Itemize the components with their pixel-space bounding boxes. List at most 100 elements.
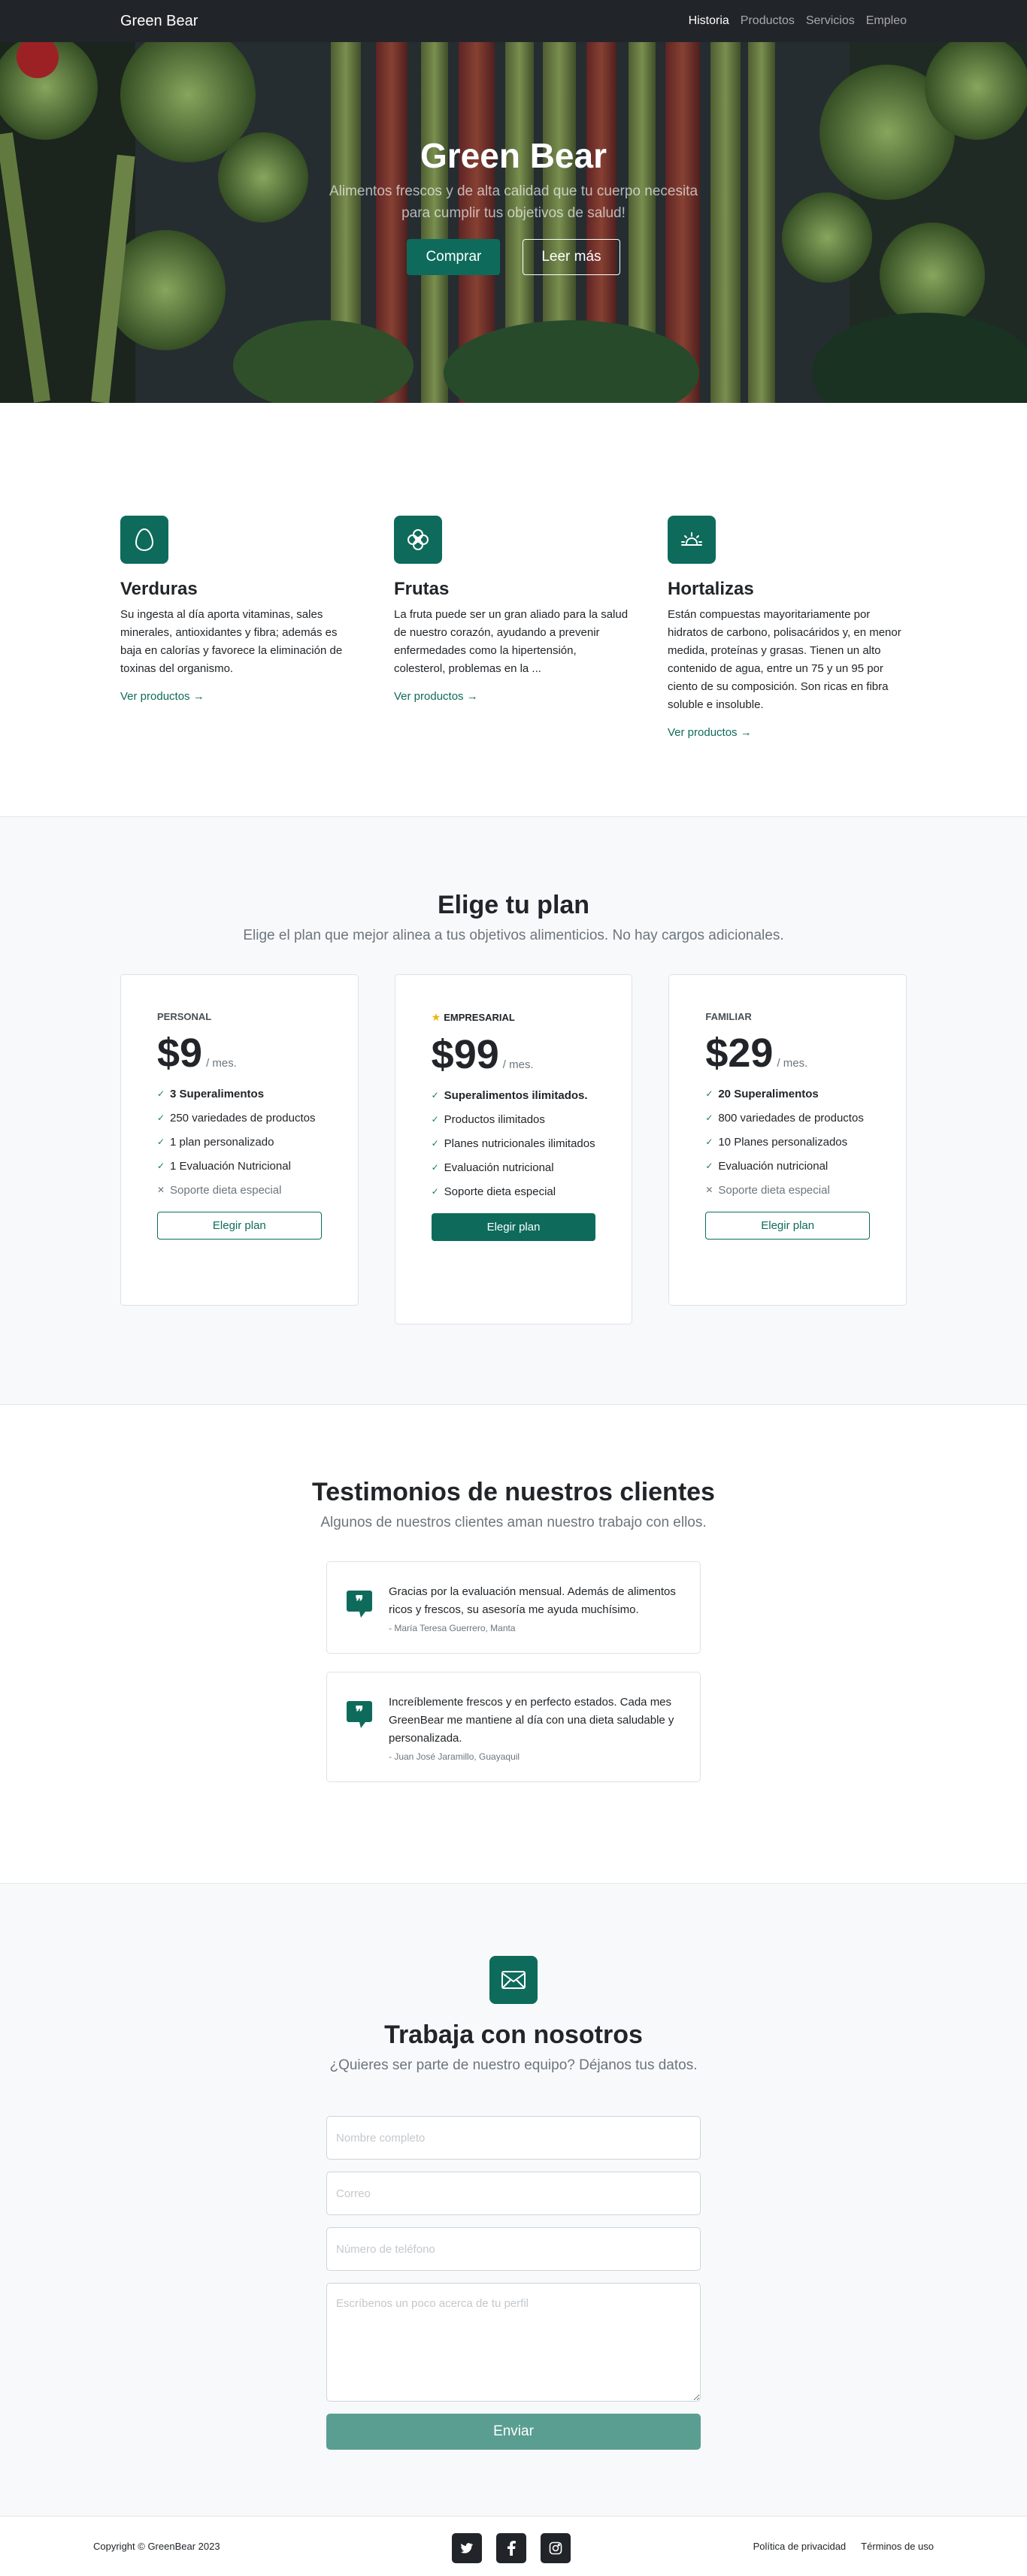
- quote-bubble-icon: ❞: [347, 1701, 372, 1728]
- check-icon: ✓: [431, 1162, 439, 1173]
- feature-text: Su ingesta al día aporta vitaminas, sale…: [120, 608, 343, 675]
- phone-field[interactable]: [326, 2227, 701, 2271]
- plan-feature: ✓ 10 Planes personalizados: [705, 1134, 870, 1151]
- choose-plan-button[interactable]: Elegir plan: [431, 1213, 596, 1241]
- footer-links: Política de privacidad Términos de uso: [753, 2541, 934, 2552]
- price-period: / mes.: [502, 1058, 534, 1071]
- feature-text: La fruta puede ser un gran aliado para l…: [394, 608, 629, 675]
- feature-title: Frutas: [394, 579, 450, 599]
- hero-buttons: Comprar Leer más: [407, 239, 620, 275]
- submit-button[interactable]: Enviar: [326, 2414, 701, 2450]
- egg-icon: [120, 516, 168, 564]
- email-field[interactable]: [326, 2172, 701, 2215]
- check-icon: ✓: [705, 1112, 713, 1123]
- testimonial-author: - Juan José Jaramillo, Guayaquil: [389, 1751, 520, 1762]
- envelope-icon: [489, 1956, 538, 2004]
- testimonials-list: ❞ Gracias por la evaluación mensual. Ade…: [0, 1561, 1027, 1782]
- plan-feature: ✓ 20 Superalimentos: [705, 1085, 870, 1103]
- work-section: Trabaja con nosotros ¿Quieres ser parte …: [0, 1883, 1027, 2516]
- check-icon: ✓: [431, 1186, 439, 1197]
- plan-features: ✓ Superalimentos ilimitados. ✓ Productos i…: [432, 1087, 596, 1200]
- brand-logo[interactable]: Green Bear: [120, 13, 198, 30]
- work-title: Trabaja con nosotros: [384, 2021, 643, 2049]
- name-field[interactable]: [326, 2116, 701, 2160]
- application-form: Enviar: [326, 2116, 701, 2450]
- svg-text:❞: ❞: [356, 1592, 364, 1610]
- terms-link[interactable]: Términos de uso: [861, 2541, 934, 2552]
- x-icon: ✕: [705, 1185, 713, 1195]
- pricing-subtitle: Elige el plan que mejor alinea a tus obj…: [243, 928, 784, 943]
- plan-price: $99 / mes.: [432, 1031, 596, 1078]
- plan-feature: ✓ 250 variedades de productos: [157, 1109, 322, 1127]
- price-period: / mes.: [206, 1057, 237, 1070]
- testimonials-subtitle: Algunos de nuestros clientes aman nuestr…: [320, 1515, 707, 1530]
- hero-subtitle: Alimentos frescos y de alta calidad que …: [329, 183, 698, 221]
- feature-title: Verduras: [120, 579, 198, 599]
- plan-label: EMPRESARIAL: [444, 1012, 515, 1023]
- testimonial-body: Gracias por la evaluación mensual. Ademá…: [389, 1583, 682, 1633]
- nav-link-productos[interactable]: Productos: [741, 14, 795, 28]
- star-icon: ★: [431, 1011, 441, 1023]
- price-amount: $99: [431, 1032, 499, 1077]
- plan-feature-unavailable: ✕ Soporte dieta especial: [705, 1182, 870, 1199]
- feature-text: Están compuestas mayoritariamente por hi…: [668, 608, 901, 711]
- sunrise-icon: [668, 516, 716, 564]
- buy-button[interactable]: Comprar: [407, 239, 501, 275]
- check-icon: ✓: [157, 1088, 165, 1099]
- nav-link-historia[interactable]: Historia: [689, 14, 729, 28]
- instagram-icon[interactable]: [541, 2533, 571, 2563]
- feature-link[interactable]: Ver productos →: [120, 690, 204, 703]
- pricing-title: Elige tu plan: [437, 891, 590, 919]
- plan-feature: ✓ Superalimentos ilimitados.: [432, 1087, 596, 1104]
- hero-content: Green Bear Alimentos frescos y de alta c…: [0, 42, 1027, 403]
- testimonial-card: ❞ Gracias por la evaluación mensual. Ade…: [326, 1561, 701, 1654]
- plan-feature: ✓ Planes nutricionales ilimitados: [432, 1135, 596, 1152]
- feature-title: Hortalizas: [668, 579, 754, 599]
- price-amount: $9: [157, 1031, 203, 1076]
- plan-label: FAMILIAR: [705, 1011, 752, 1022]
- check-icon: ✓: [705, 1161, 713, 1171]
- plan-card-empresarial: ★ EMPRESARIAL $99 / mes. ✓ Superalimentos…: [394, 974, 633, 1324]
- quote-bubble-icon: ❞: [347, 1591, 372, 1618]
- read-more-button[interactable]: Leer más: [523, 239, 620, 275]
- x-icon: ✕: [157, 1185, 165, 1195]
- social-links: [452, 2533, 571, 2563]
- price-period: / mes.: [777, 1057, 808, 1070]
- check-icon: ✓: [431, 1114, 439, 1125]
- nav-links: Historia Productos Servicios Empleo: [689, 14, 907, 28]
- plan-features: ✓ 3 Superalimentos ✓ 250 variedades de pro…: [157, 1085, 322, 1199]
- nav-link-servicios[interactable]: Servicios: [806, 14, 855, 28]
- nav-link-empleo[interactable]: Empleo: [866, 14, 907, 28]
- choose-plan-button[interactable]: Elegir plan: [157, 1212, 322, 1240]
- feature-link[interactable]: Ver productos →: [394, 690, 478, 703]
- plan-feature: ✓ Evaluación nutricional: [432, 1159, 596, 1176]
- hero-section: Green Bear Alimentos frescos y de alta c…: [0, 42, 1027, 403]
- feature-link[interactable]: Ver productos →: [668, 726, 752, 739]
- plan-feature: ✓ 1 plan personalizado: [157, 1134, 322, 1151]
- testimonial-quote: Increíblemente frescos y en perfecto est…: [389, 1696, 674, 1745]
- testimonials-title: Testimonios de nuestros clientes: [312, 1478, 715, 1506]
- plan-label-featured: ★ EMPRESARIAL: [432, 1011, 596, 1024]
- twitter-icon[interactable]: [452, 2533, 482, 2563]
- check-icon: ✓: [157, 1112, 165, 1123]
- choose-plan-button[interactable]: Elegir plan: [705, 1212, 871, 1240]
- plan-price: $29 / mes.: [705, 1030, 870, 1076]
- plan-feature: ✓ Evaluación nutricional: [705, 1158, 870, 1175]
- footer: Copyright © GreenBear 2023 Política de p…: [0, 2516, 1027, 2576]
- plan-feature-unavailable: ✕ Soporte dieta especial: [157, 1182, 322, 1199]
- pricing-section: Elige tu plan Elige el plan que mejor al…: [0, 816, 1027, 1404]
- testimonials-section: Testimonios de nuestros clientes Algunos…: [0, 1404, 1027, 1883]
- about-field[interactable]: [326, 2283, 701, 2402]
- plan-features: ✓ 20 Superalimentos ✓ 800 variedades de pr…: [705, 1085, 870, 1199]
- copyright-text: Copyright © GreenBear 2023: [93, 2541, 220, 2552]
- feature-frutas: Frutas La fruta puede ser un gran aliado…: [394, 516, 629, 816]
- check-icon: ✓: [431, 1090, 439, 1100]
- testimonial-quote: Gracias por la evaluación mensual. Ademá…: [389, 1585, 676, 1616]
- privacy-link[interactable]: Política de privacidad: [753, 2541, 847, 2552]
- plan-feature: ✓ Soporte dieta especial: [432, 1183, 596, 1200]
- facebook-icon[interactable]: [496, 2533, 526, 2563]
- plan-feature: ✓ 3 Superalimentos: [157, 1085, 322, 1103]
- check-icon: ✓: [705, 1088, 713, 1099]
- navbar: Green Bear Historia Productos Servicios …: [0, 0, 1027, 42]
- price-amount: $29: [705, 1031, 774, 1076]
